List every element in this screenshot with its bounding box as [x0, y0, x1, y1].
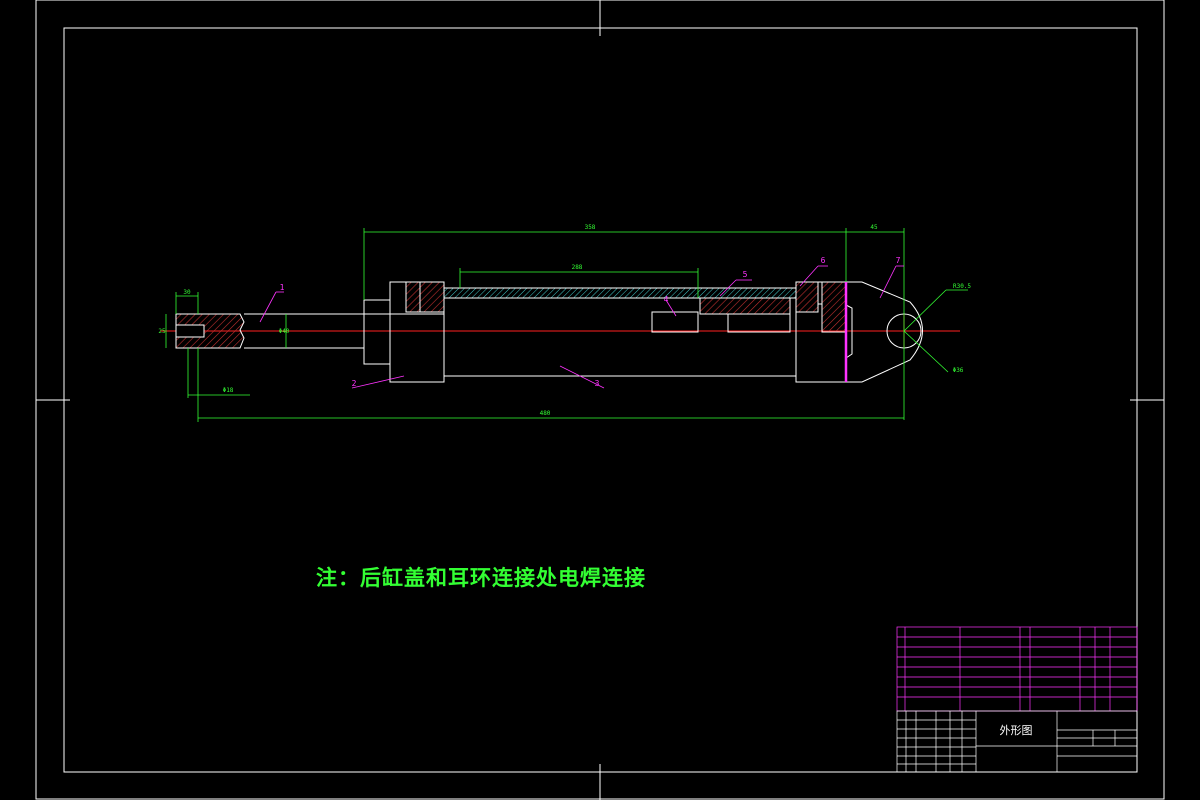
drawing-sheet: 358 45 288 480 30 25 Φ40 Φ18 Φ36 R30.5 1…: [35, 0, 1165, 800]
balloon-2: 2: [352, 379, 357, 388]
dim-eye-dia: Φ36: [953, 367, 964, 374]
parts-list: [896, 626, 1138, 712]
part-numbers: 1 2 3 4 5 6 7: [280, 256, 901, 388]
dim-eye-offset: 45: [870, 224, 878, 231]
balloon-5: 5: [743, 270, 748, 279]
balloon-4: 4: [664, 295, 669, 304]
balloon-6: 6: [821, 256, 826, 265]
dim-eye-radius: R30.5: [953, 283, 971, 290]
dim-rod-dia: Φ40: [279, 328, 290, 335]
dim-clevis-height: 25: [158, 328, 166, 335]
drawing-title: 外形图: [1000, 724, 1033, 737]
dimensions: [165, 228, 968, 422]
dim-clevis-width: 30: [183, 289, 191, 296]
dim-overall-length: 480: [540, 410, 551, 417]
dimension-labels: 358 45 288 480 30 25 Φ40 Φ18 Φ36 R30.5: [158, 224, 971, 417]
dim-tube-length: 288: [572, 264, 583, 271]
title-block: [896, 710, 1138, 773]
sheet-frame: [35, 0, 1165, 800]
balloon-7: 7: [896, 256, 901, 265]
dim-cylinder-length: 358: [585, 224, 596, 231]
dim-pin-dia: Φ18: [223, 387, 234, 394]
balloon-3: 3: [595, 379, 600, 388]
welding-note: 注：后缸盖和耳环连接处电焊连接: [316, 566, 646, 590]
balloon-1: 1: [280, 283, 285, 292]
